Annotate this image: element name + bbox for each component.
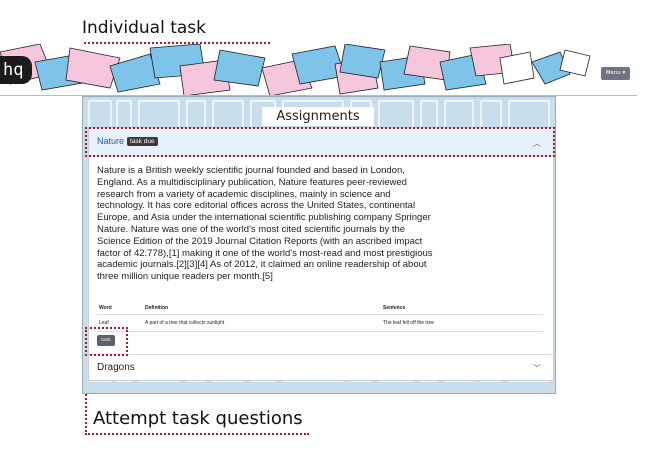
scattered-papers-decoration	[0, 44, 591, 95]
menu-button[interactable]: Menu ▾	[601, 67, 630, 80]
annotation-attempt-task: Attempt task questions	[93, 408, 303, 429]
column-header-sentence: Sentence	[381, 303, 543, 315]
accordion-title-dragons: Dragons	[97, 362, 135, 373]
chevron-down-icon[interactable]: ﹀	[533, 363, 541, 374]
cell-sentence: The leaf fell off the tree	[381, 314, 543, 332]
assignment-description: Nature is a British weekly scientific jo…	[97, 165, 433, 283]
annotation-connector-bottom	[85, 433, 309, 435]
task-button[interactable]: task	[97, 335, 115, 346]
cell-word: Leaf	[97, 314, 143, 332]
page-title: Assignments	[262, 107, 374, 126]
chevron-up-icon[interactable]: ︿	[533, 138, 541, 149]
table-row: Leaf A part of a tree that collects sunl…	[97, 314, 543, 332]
accordion-header-nature[interactable]: Nature task due ︿	[89, 128, 553, 156]
column-header-word: Word	[97, 303, 143, 315]
assignments-card: Nature task due ︿ Nature is a British wee…	[88, 127, 554, 381]
accordion-header-dragons[interactable]: Dragons ﹀	[89, 354, 553, 380]
navbar: hq Menu ▾	[0, 44, 637, 96]
accordion-title-text: Nature	[97, 136, 125, 146]
column-header-definition: Definition	[143, 303, 381, 315]
task-due-badge: task due	[127, 137, 158, 146]
vocab-table: Word Definition Sentence Leaf A part of …	[97, 303, 543, 332]
accordion-title-nature: Nature task due	[97, 136, 158, 146]
hq-logo[interactable]: hq	[0, 56, 32, 84]
cell-definition: A part of a tree that collects sunlight	[143, 314, 381, 332]
table-header-row: Word Definition Sentence	[97, 303, 543, 315]
annotation-individual-task: Individual task	[82, 18, 206, 38]
